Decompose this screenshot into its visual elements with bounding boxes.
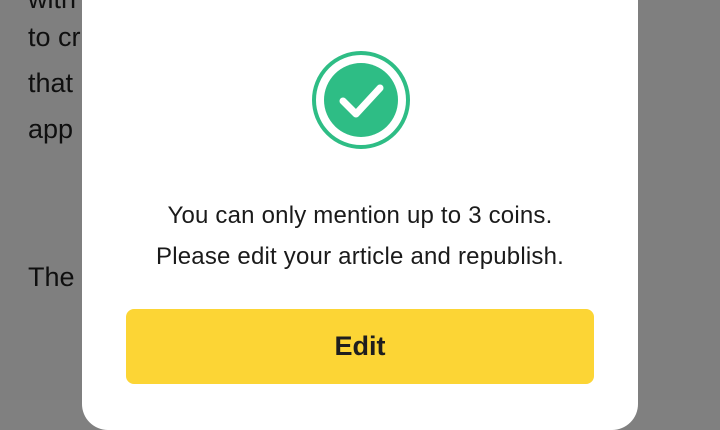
dialog-message-line-1: You can only mention up to 3 coins.: [167, 202, 553, 229]
edit-button[interactable]: Edit: [126, 309, 594, 384]
coin-limit-dialog: You can only mention up to 3 coins. Plea…: [82, 0, 638, 430]
dialog-message-line-2: Please edit your article and republish.: [155, 243, 565, 270]
check-circle-icon: [311, 50, 411, 150]
